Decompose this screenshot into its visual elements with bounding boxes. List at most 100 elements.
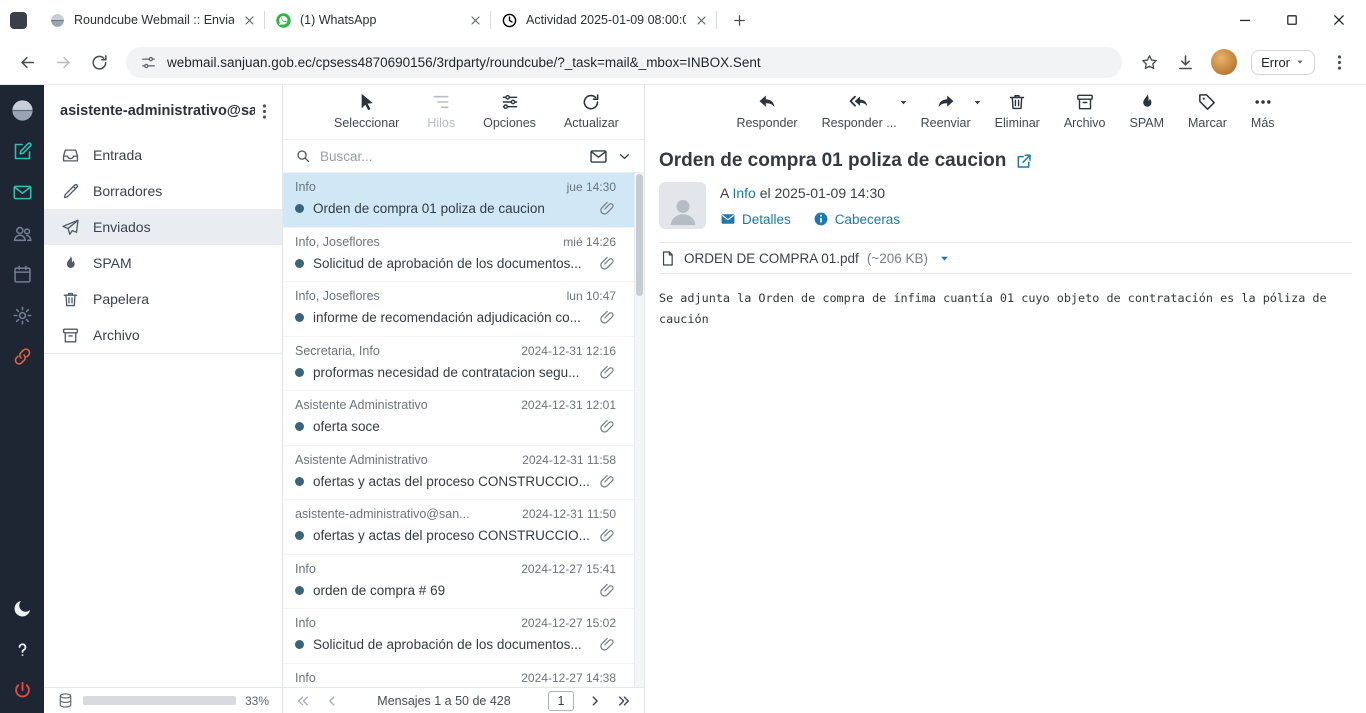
details-link[interactable]: Detalles <box>720 211 791 227</box>
message-sender: Info <box>295 562 511 576</box>
attachment-menu-caret-icon[interactable] <box>938 252 951 265</box>
message-list-item[interactable]: Asistente Administrativo 2024-12-31 12:0… <box>283 391 644 446</box>
message-list-item[interactable]: Info 2024-12-27 15:41 orden de compra # … <box>283 555 644 610</box>
delete-button[interactable]: Eliminar <box>984 91 1051 130</box>
list-scrollbar[interactable] <box>634 173 644 687</box>
reload-button[interactable] <box>82 45 116 79</box>
settings-nav-button[interactable] <box>0 295 44 336</box>
message-status-dot <box>295 640 304 649</box>
folder-archivo[interactable]: Archivo <box>44 317 282 353</box>
list-toolbar: Seleccionar Hilos Opciones Actua <box>283 85 644 139</box>
next-page-button[interactable] <box>587 693 603 709</box>
forward-icon <box>936 92 956 112</box>
message-list-item[interactable]: Info 2024-12-27 15:02 Solicitud de aprob… <box>283 609 644 664</box>
tab-roundcube[interactable]: Roundcube Webmail :: Enviadc <box>39 3 265 37</box>
folder-spam[interactable]: SPAM <box>44 245 282 281</box>
tab-close-icon[interactable] <box>694 13 709 28</box>
help-button[interactable] <box>0 629 44 670</box>
recipient-link[interactable]: Info <box>732 185 755 201</box>
profile-avatar[interactable] <box>1211 49 1237 75</box>
folder-label: Borradores <box>93 183 162 199</box>
gear-icon <box>12 305 33 326</box>
message-list-item[interactable]: asistente-administrativo@san... 2024-12-… <box>283 500 644 555</box>
url-text: webmail.sanjuan.gob.ec/cpsess4870690156/… <box>167 55 761 70</box>
forward-button[interactable] <box>46 45 80 79</box>
kebab-menu-icon <box>1330 53 1349 72</box>
toolbar-label: Opciones <box>483 116 536 130</box>
attachment-icon <box>599 473 616 490</box>
mark-button[interactable]: Marcar <box>1177 91 1238 130</box>
page-number-input[interactable] <box>548 691 574 711</box>
reply-all-icon <box>849 92 869 112</box>
back-button[interactable] <box>10 45 44 79</box>
new-tab-button[interactable] <box>725 6 753 34</box>
dropdown-caret-icon[interactable] <box>898 97 909 108</box>
refresh-button[interactable]: Actualizar <box>553 91 630 130</box>
downloads-button[interactable] <box>1168 45 1202 79</box>
minimize-button[interactable] <box>1236 11 1254 29</box>
attachment-row[interactable]: ORDEN DE COMPRA 01.pdf (~206 KB) <box>659 242 1352 274</box>
tab-actividad[interactable]: Actividad 2025-01-09 08:00:00 <box>491 3 717 37</box>
reply-button[interactable]: Responder <box>725 91 808 130</box>
folder-borradores[interactable]: Borradores <box>44 173 282 209</box>
mail-nav-button[interactable] <box>0 172 44 213</box>
message-status-dot <box>295 422 304 431</box>
spam-button[interactable]: SPAM <box>1119 91 1176 130</box>
roundcube-logo[interactable] <box>0 90 44 131</box>
tab-whatsapp[interactable]: (1) WhatsApp <box>265 3 491 37</box>
message-sender: Asistente Administrativo <box>295 453 512 467</box>
reply-all-button[interactable]: Responder ... <box>811 91 908 130</box>
dropdown-caret-icon[interactable] <box>972 97 983 108</box>
tab-close-icon[interactable] <box>468 13 483 28</box>
folder-enviados[interactable]: Enviados <box>44 209 282 245</box>
site-info-icon[interactable] <box>140 54 157 71</box>
message-list-item[interactable]: Asistente Administrativo 2024-12-31 11:5… <box>283 446 644 501</box>
search-scope-mail-icon[interactable] <box>589 147 608 166</box>
bookmark-button[interactable] <box>1132 45 1166 79</box>
external-link-button[interactable] <box>0 336 44 377</box>
search-options-chevron-icon[interactable] <box>617 149 632 164</box>
folder-label: Papelera <box>93 291 149 307</box>
last-page-button[interactable] <box>616 693 632 709</box>
refresh-icon <box>581 92 601 112</box>
threads-button[interactable]: Hilos <box>416 91 466 130</box>
message-list-item[interactable]: Info, Joseflores mié 14:26 Solicitud de … <box>283 228 644 283</box>
headers-link[interactable]: Cabeceras <box>813 211 900 227</box>
quota-track <box>83 696 236 705</box>
message-list-item[interactable]: Info jue 14:30 Orden de compra 01 poliza… <box>283 173 644 228</box>
search-input[interactable] <box>320 149 580 164</box>
caret-down-icon <box>1295 57 1305 67</box>
contacts-nav-button[interactable] <box>0 213 44 254</box>
calendar-nav-button[interactable] <box>0 254 44 295</box>
toolbar-label: Actualizar <box>564 116 619 130</box>
browser-menu-button[interactable] <box>1322 45 1356 79</box>
folder-entrada[interactable]: Entrada <box>44 137 282 173</box>
folder-papelera[interactable]: Papelera <box>44 281 282 317</box>
archive-button[interactable]: Archivo <box>1053 91 1117 130</box>
folder-options-icon[interactable] <box>255 102 274 121</box>
message-subject: orden de compra # 69 <box>313 583 590 598</box>
message-subject: proformas necesidad de contratacion segu… <box>313 365 590 380</box>
logout-button[interactable] <box>0 670 44 711</box>
compose-icon <box>12 141 33 162</box>
error-button[interactable]: Error <box>1251 50 1315 75</box>
reply-icon <box>757 92 777 112</box>
first-page-button[interactable] <box>295 693 311 709</box>
previous-page-button[interactable] <box>324 693 340 709</box>
omnibox[interactable]: webmail.sanjuan.gob.ec/cpsess4870690156/… <box>126 47 1122 78</box>
message-list-item[interactable]: Info, Joseflores lun 10:47 informe de re… <box>283 282 644 337</box>
select-button[interactable]: Seleccionar <box>323 91 410 130</box>
open-in-new-window-icon[interactable] <box>1015 152 1033 170</box>
scrollbar-thumb[interactable] <box>636 174 643 296</box>
message-list-item[interactable]: Secretaria, Info 2024-12-31 12:16 profor… <box>283 337 644 392</box>
tab-close-icon[interactable] <box>242 13 257 28</box>
message-list-item[interactable]: Info 2024-12-27 14:38 <box>283 664 644 688</box>
forward-button[interactable]: Reenviar <box>910 91 982 130</box>
options-button[interactable]: Opciones <box>472 91 547 130</box>
maximize-button[interactable] <box>1283 11 1301 29</box>
more-button[interactable]: Más <box>1240 91 1286 130</box>
message-date: mié 14:26 <box>563 235 616 249</box>
dark-mode-button[interactable] <box>0 588 44 629</box>
compose-button[interactable] <box>0 131 44 172</box>
close-window-button[interactable] <box>1330 11 1348 29</box>
